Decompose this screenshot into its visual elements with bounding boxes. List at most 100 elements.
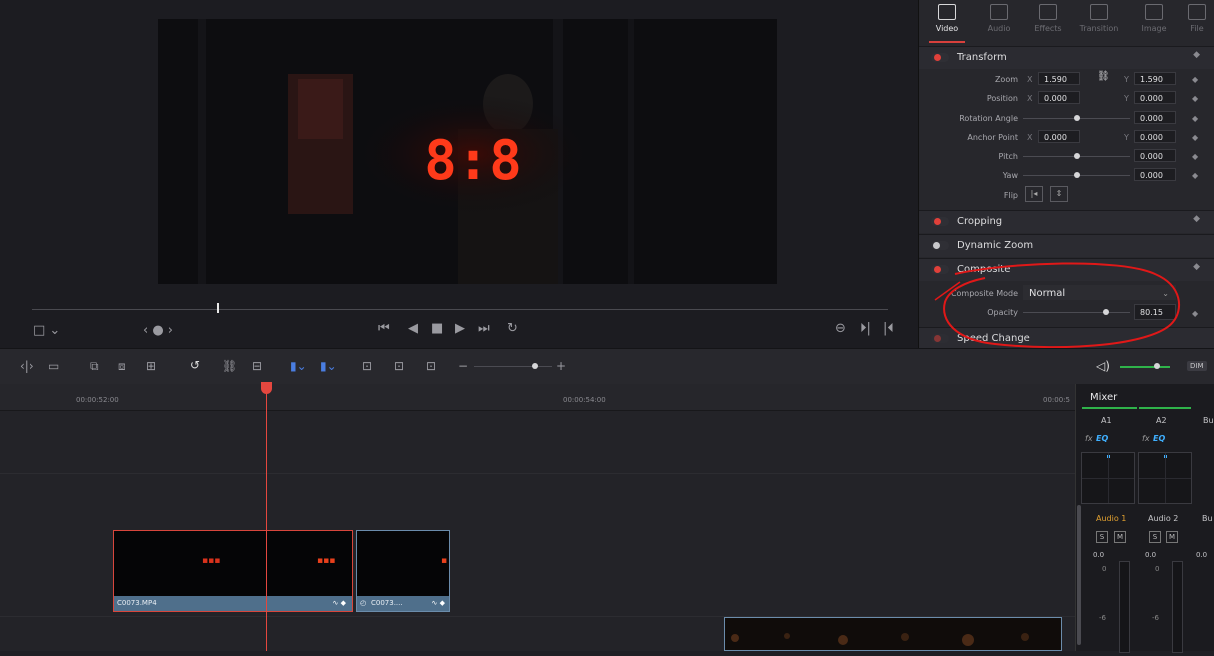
pan-control[interactable] xyxy=(1138,452,1192,504)
playhead[interactable] xyxy=(266,384,267,651)
zoom-out-icon[interactable]: − xyxy=(458,359,468,373)
position-y-field[interactable]: 0.000 xyxy=(1134,91,1176,104)
timeline-zoom-slider[interactable] xyxy=(474,366,552,367)
zoom-x-field[interactable]: 1.590 xyxy=(1038,72,1080,85)
flip-horizontal-icon[interactable]: |◂ xyxy=(1025,186,1043,202)
video-clip-selected[interactable]: ▪▪▪ ▪▪▪ C0073.MP4 ∿ ◆ xyxy=(113,530,353,612)
solo-button[interactable]: S xyxy=(1149,531,1161,543)
frame-mode-icon[interactable]: □ ⌄ xyxy=(33,323,60,338)
position-label: Position xyxy=(986,94,1018,103)
pitch-field[interactable]: 0.000 xyxy=(1134,149,1176,162)
scrub-bar[interactable] xyxy=(32,309,888,310)
selection-mode-icon[interactable]: ‹|› xyxy=(20,359,34,373)
tab-transition[interactable]: Transition xyxy=(1077,4,1121,33)
transform-keyframe-icon[interactable]: ◆ xyxy=(1193,50,1200,60)
section-transform[interactable]: Transform ◆ xyxy=(919,46,1214,69)
rotation-slider-knob[interactable] xyxy=(1074,115,1080,121)
channel-level: 0.0 xyxy=(1093,551,1105,559)
zoom-y-field[interactable]: 1.590 xyxy=(1134,72,1176,85)
cropping-toggle[interactable] xyxy=(931,217,949,226)
mixer-channel-indicator xyxy=(1139,407,1191,409)
tab-image[interactable]: Image xyxy=(1132,4,1176,33)
zoom-keyframe-icon[interactable]: ◆ xyxy=(1192,75,1198,84)
tab-effects[interactable]: Effects xyxy=(1026,4,1070,33)
jump-start-icon[interactable]: ⏮ xyxy=(378,321,390,336)
anchor-keyframe-icon[interactable]: ◆ xyxy=(1192,133,1198,142)
pan-control[interactable] xyxy=(1081,452,1135,504)
anchor-x-field[interactable]: 0.000 xyxy=(1038,130,1080,143)
play-reverse-icon[interactable]: ◀ xyxy=(408,321,418,336)
cropping-keyframe-icon[interactable]: ◆ xyxy=(1193,214,1200,224)
solo-button[interactable]: S xyxy=(1096,531,1108,543)
rotation-field[interactable]: 0.000 xyxy=(1134,111,1176,124)
loop-icon[interactable]: ↻ xyxy=(507,321,518,336)
mixer-scrollbar[interactable] xyxy=(1077,505,1081,645)
channel-name: Audio 2 xyxy=(1148,514,1179,523)
insert-clip-icon[interactable]: ⧉ xyxy=(90,359,99,374)
clip-nav-icon[interactable]: ‹ ● › xyxy=(143,323,173,338)
section-cropping[interactable]: Cropping ◆ xyxy=(919,210,1214,233)
match-frame-icon[interactable]: ⊖ xyxy=(835,321,846,336)
mark-in-icon[interactable]: ⏵| xyxy=(860,321,871,336)
stop-icon[interactable]: ■ xyxy=(431,321,443,336)
dim-badge[interactable]: DIM xyxy=(1187,361,1207,371)
video-frame[interactable]: 8:8 xyxy=(158,19,777,284)
mark-out-icon[interactable]: |⏴ xyxy=(883,321,894,336)
play-icon[interactable]: ▶ xyxy=(455,321,465,336)
zoom-custom-icon[interactable]: ⊡ xyxy=(426,359,436,373)
eq-label[interactable]: EQ xyxy=(1096,434,1108,443)
zoom-detail-icon[interactable]: ⊡ xyxy=(394,359,404,373)
replace-clip-icon[interactable]: ⊞ xyxy=(146,359,156,373)
wand-icon xyxy=(1039,4,1057,20)
playhead-handle[interactable] xyxy=(261,382,272,394)
tab-video[interactable]: Video xyxy=(925,4,969,33)
flag-icon[interactable]: ▮⌄ xyxy=(290,359,307,373)
master-volume-slider[interactable] xyxy=(1120,366,1170,368)
anchor-y-field[interactable]: 0.000 xyxy=(1134,130,1176,143)
tab-audio[interactable]: Audio xyxy=(977,4,1021,33)
timeline-zoom-knob[interactable] xyxy=(532,363,538,369)
flip-vertical-icon[interactable]: ⇕ xyxy=(1050,186,1068,202)
mute-button[interactable]: M xyxy=(1166,531,1178,543)
fx-label[interactable]: fx xyxy=(1142,434,1150,443)
channel-name: Audio 1 xyxy=(1096,514,1127,523)
section-dynamic-zoom[interactable]: Dynamic Zoom xyxy=(919,234,1214,257)
link-clips-icon[interactable]: ⛓ xyxy=(222,359,237,373)
video-clip[interactable]: ▪ ◴ C0073.... ∿ ◆ xyxy=(356,530,450,612)
composite-keyframe-icon[interactable]: ◆ xyxy=(1193,262,1200,272)
cropping-title: Cropping xyxy=(957,216,1003,227)
yaw-field[interactable]: 0.000 xyxy=(1134,168,1176,181)
snapping-icon[interactable]: ↺ xyxy=(190,358,200,372)
yaw-keyframe-icon[interactable]: ◆ xyxy=(1192,171,1198,180)
transform-toggle[interactable] xyxy=(931,53,949,62)
yaw-slider-knob[interactable] xyxy=(1074,172,1080,178)
fx-label[interactable]: fx xyxy=(1085,434,1093,443)
mute-button[interactable]: M xyxy=(1114,531,1126,543)
scrub-handle[interactable] xyxy=(217,303,219,313)
position-x-field[interactable]: 0.000 xyxy=(1038,91,1080,104)
video-clip-lower[interactable] xyxy=(724,617,1062,651)
tab-file[interactable]: File xyxy=(1180,4,1214,33)
position-keyframe-icon[interactable]: ◆ xyxy=(1192,94,1198,103)
opacity-keyframe-icon[interactable]: ◆ xyxy=(1192,309,1198,318)
link-icon[interactable]: ⛓ xyxy=(1097,71,1110,82)
eq-label[interactable]: EQ xyxy=(1153,434,1165,443)
pitch-slider-knob[interactable] xyxy=(1074,153,1080,159)
marker-icon[interactable]: ▮⌄ xyxy=(320,359,337,373)
pitch-keyframe-icon[interactable]: ◆ xyxy=(1192,152,1198,161)
pan-crosshair xyxy=(1139,478,1191,479)
zoom-full-icon[interactable]: ⊡ xyxy=(362,359,372,373)
timeline-ruler[interactable] xyxy=(0,384,1075,411)
trim-mode-icon[interactable]: ▭ xyxy=(48,359,59,373)
lock-icon[interactable]: ⊟ xyxy=(252,359,262,373)
speaker-icon[interactable]: ◁) xyxy=(1096,359,1110,373)
master-volume-knob[interactable] xyxy=(1154,363,1160,369)
flip-label: Flip xyxy=(1003,191,1018,200)
zoom-in-icon[interactable]: + xyxy=(556,359,566,373)
overwrite-clip-icon[interactable]: ⧈ xyxy=(118,359,126,374)
film-icon xyxy=(938,4,956,20)
rotation-keyframe-icon[interactable]: ◆ xyxy=(1192,114,1198,123)
speed-icon: ◴ xyxy=(360,599,367,607)
jump-end-icon[interactable]: ⏭ xyxy=(478,321,490,336)
dynamic-zoom-toggle[interactable] xyxy=(931,241,949,250)
